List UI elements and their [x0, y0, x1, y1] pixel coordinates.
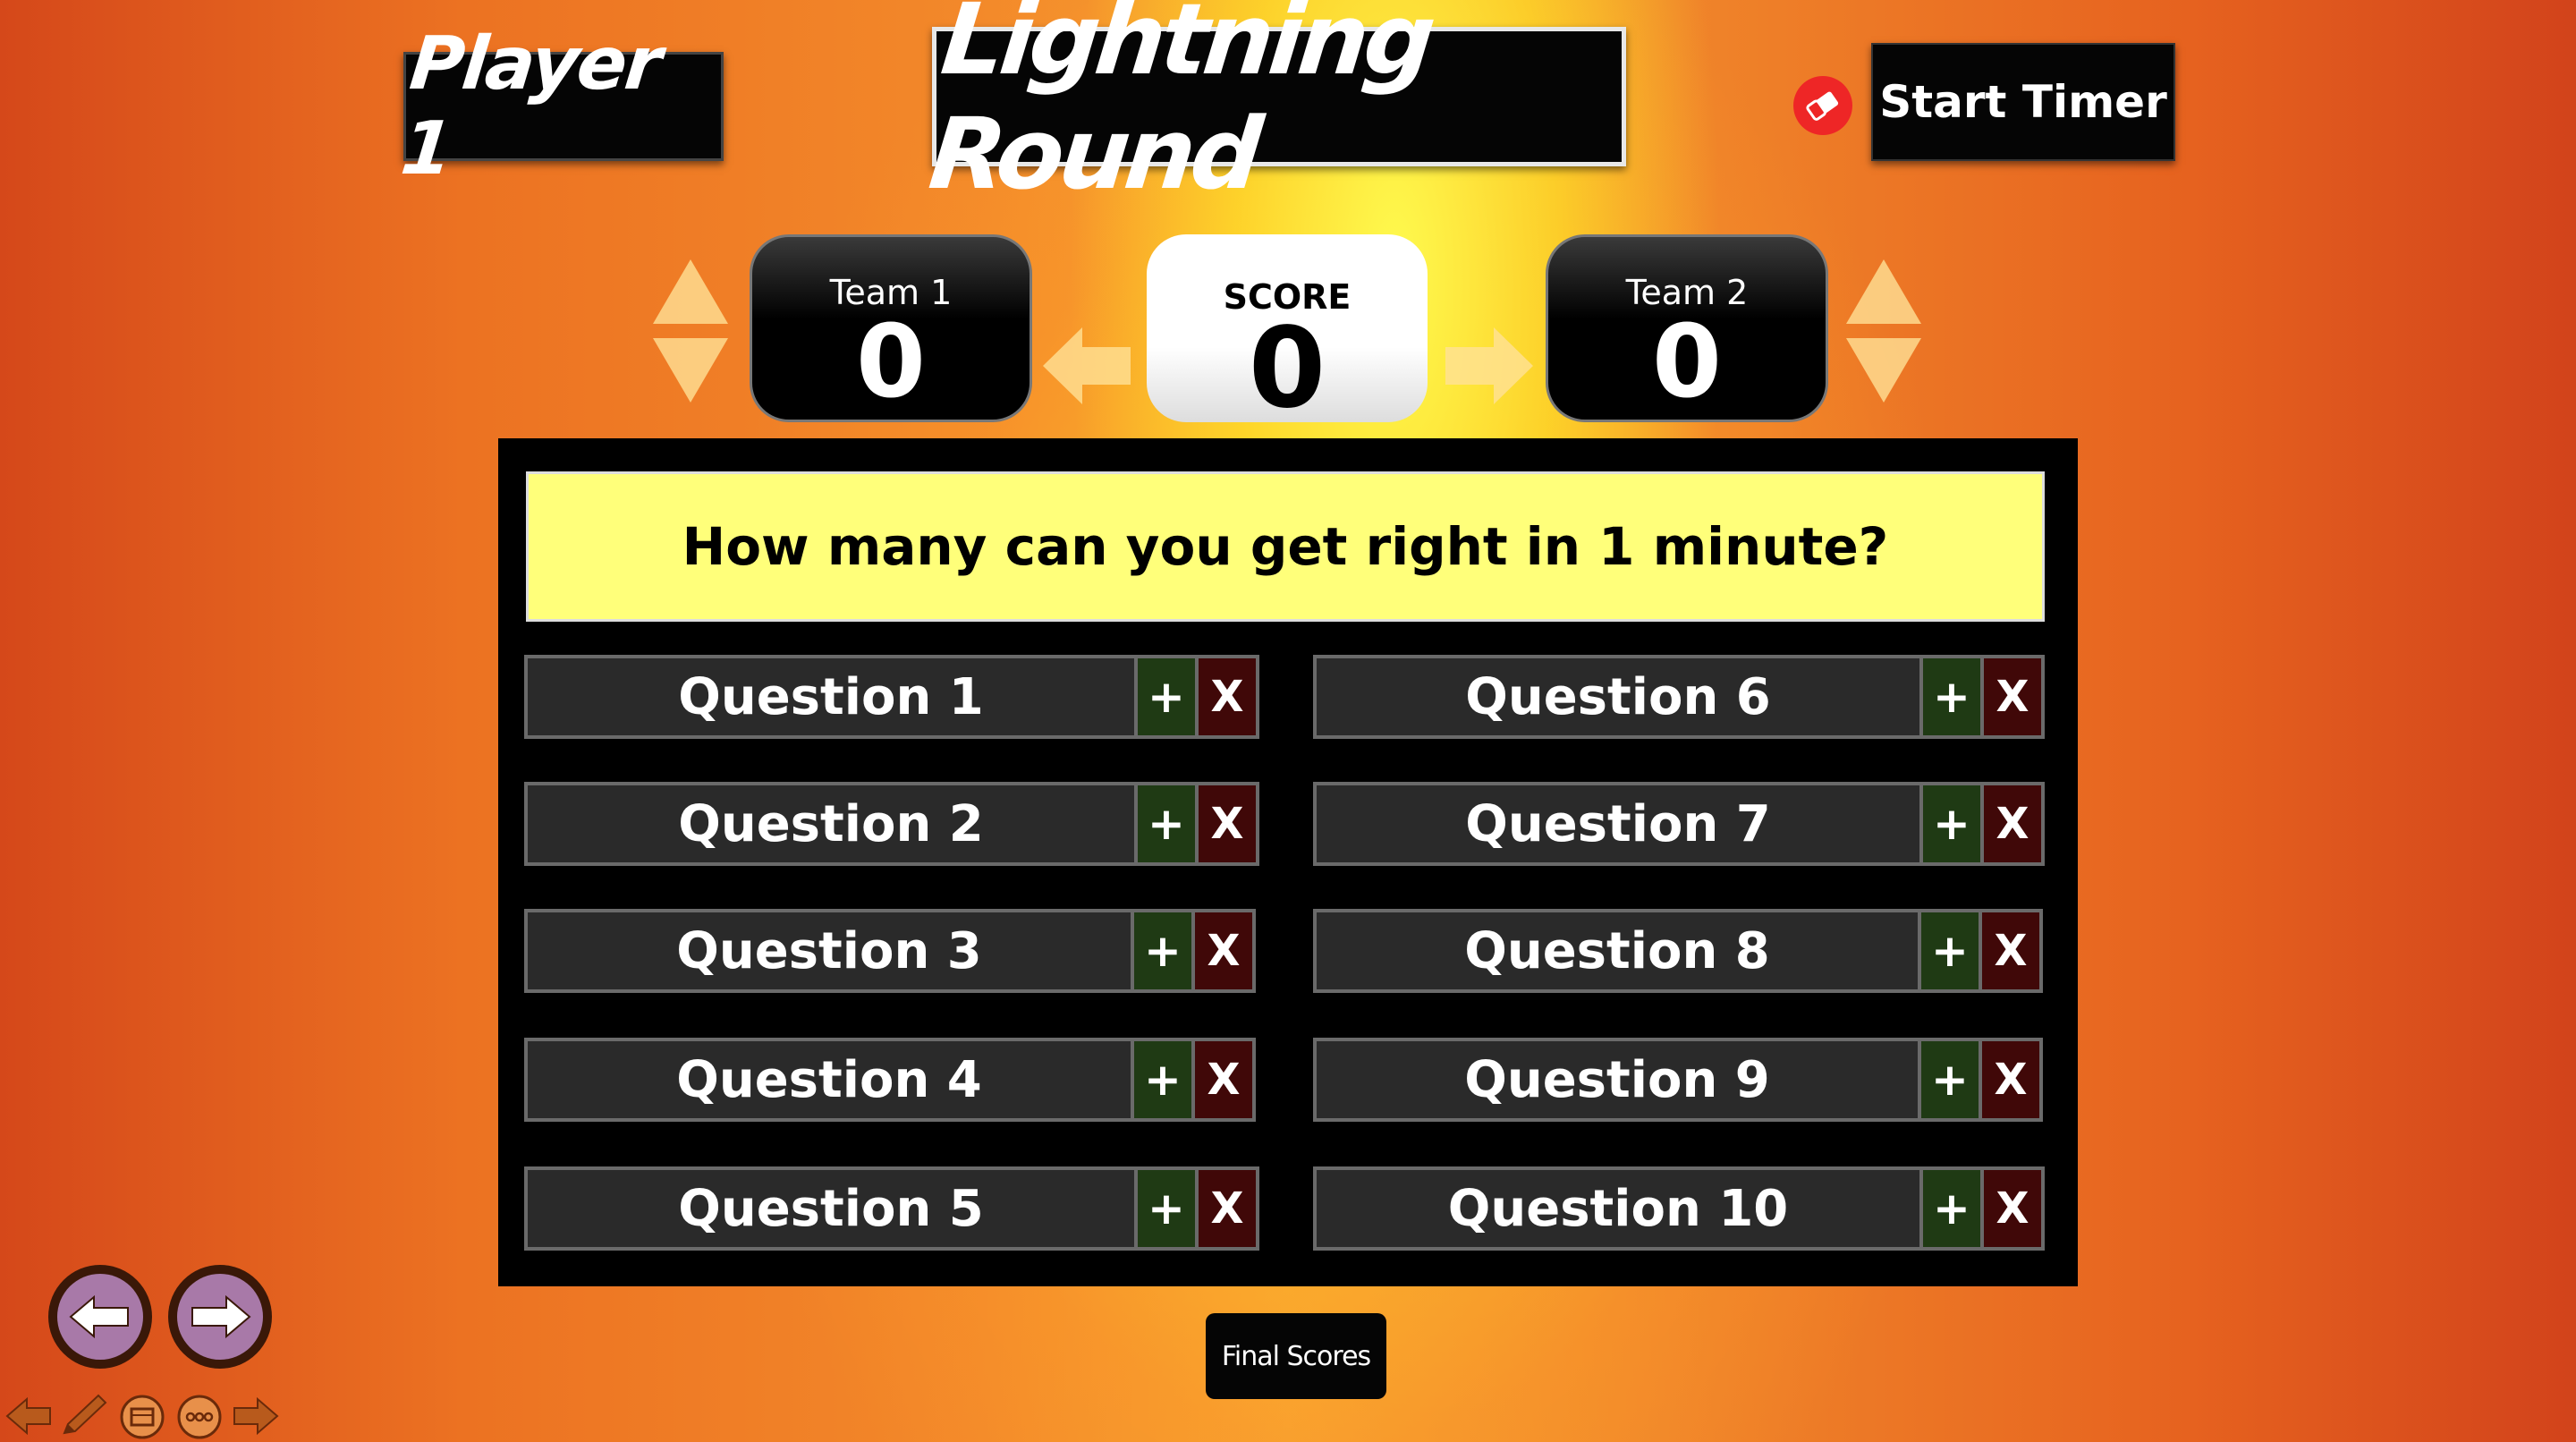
- question-button[interactable]: Question 2: [528, 785, 1134, 862]
- question-button[interactable]: Question 3: [528, 912, 1131, 989]
- question-button[interactable]: Question 6: [1317, 658, 1919, 735]
- question-row: Question 4 + X: [524, 1038, 1256, 1122]
- prompt-banner: How many can you get right in 1 minute?: [526, 471, 2045, 622]
- team2-score-box: Team 2 0: [1546, 234, 1828, 422]
- more-icon[interactable]: [175, 1394, 224, 1440]
- back-arrow-icon[interactable]: [4, 1395, 54, 1437]
- correct-button[interactable]: +: [1923, 658, 1980, 735]
- wrong-button[interactable]: X: [1984, 1170, 2041, 1247]
- round-score: 0: [1248, 304, 1326, 433]
- correct-button[interactable]: +: [1138, 1170, 1195, 1247]
- correct-button[interactable]: +: [1138, 658, 1195, 735]
- wrong-button[interactable]: X: [1984, 785, 2041, 862]
- correct-button[interactable]: +: [1921, 1041, 1979, 1118]
- forward-arrow-icon[interactable]: [231, 1395, 281, 1437]
- correct-button[interactable]: +: [1923, 785, 1980, 862]
- question-button[interactable]: Question 8: [1317, 912, 1918, 989]
- final-scores-label: Final Scores: [1221, 1340, 1371, 1372]
- question-button[interactable]: Question 5: [528, 1170, 1134, 1247]
- round-score-box: SCORE 0: [1147, 234, 1428, 433]
- question-row: Question 6 + X: [1313, 655, 2045, 739]
- team2-score: 0: [1652, 304, 1722, 420]
- question-row: Question 10 + X: [1313, 1166, 2045, 1251]
- slides-icon[interactable]: [118, 1394, 166, 1440]
- question-row: Question 3 + X: [524, 909, 1256, 993]
- award-right-arrow-icon[interactable]: [1445, 327, 1533, 404]
- question-row: Question 7 + X: [1313, 782, 2045, 866]
- correct-button[interactable]: +: [1134, 1041, 1191, 1118]
- prompt-text: How many can you get right in 1 minute?: [682, 516, 1889, 577]
- correct-button[interactable]: +: [1138, 785, 1195, 862]
- team1-decrease-icon[interactable]: [653, 338, 728, 403]
- award-left-arrow-icon[interactable]: [1043, 327, 1131, 404]
- team2-decrease-icon[interactable]: [1846, 338, 1921, 403]
- arrow-right-icon: [191, 1294, 251, 1339]
- question-button[interactable]: Question 4: [528, 1041, 1131, 1118]
- wrong-button[interactable]: X: [1199, 658, 1256, 735]
- final-scores-button[interactable]: Final Scores: [1206, 1313, 1386, 1399]
- question-row: Question 8 + X: [1313, 909, 2043, 993]
- wrong-button[interactable]: X: [1984, 658, 2041, 735]
- player-label: Player 1: [397, 21, 665, 191]
- correct-button[interactable]: +: [1134, 912, 1191, 989]
- team2-increase-icon[interactable]: [1846, 259, 1921, 324]
- wrong-button[interactable]: X: [1982, 1041, 2039, 1118]
- question-button[interactable]: Question 1: [528, 658, 1134, 735]
- question-row: Question 1 + X: [524, 655, 1259, 739]
- wrong-button[interactable]: X: [1982, 912, 2039, 989]
- wrong-button[interactable]: X: [1195, 912, 1252, 989]
- next-slide-button[interactable]: [168, 1265, 272, 1369]
- wrong-button[interactable]: X: [1195, 1041, 1252, 1118]
- team1-score-box: Team 1 0: [750, 234, 1032, 422]
- eraser-icon[interactable]: [1793, 76, 1852, 135]
- page-title-box: Lightning Round: [925, 0, 1626, 211]
- previous-slide-button[interactable]: [48, 1265, 152, 1369]
- question-row: Question 5 + X: [524, 1166, 1259, 1251]
- question-button[interactable]: Question 7: [1317, 785, 1919, 862]
- pen-icon[interactable]: [57, 1392, 111, 1440]
- wrong-button[interactable]: X: [1199, 785, 1256, 862]
- team1-increase-icon[interactable]: [653, 259, 728, 324]
- player-label-box: Player 1: [397, 21, 724, 191]
- team1-score: 0: [856, 304, 926, 420]
- question-button[interactable]: Question 10: [1317, 1170, 1919, 1247]
- correct-button[interactable]: +: [1923, 1170, 1980, 1247]
- question-button[interactable]: Question 9: [1317, 1041, 1918, 1118]
- start-timer-button[interactable]: Start Timer: [1871, 43, 2175, 161]
- start-timer-label: Start Timer: [1879, 76, 2167, 128]
- question-row: Question 2 + X: [524, 782, 1259, 866]
- wrong-button[interactable]: X: [1199, 1170, 1256, 1247]
- page-title: Lightning Round: [924, 0, 1436, 211]
- question-row: Question 9 + X: [1313, 1038, 2043, 1122]
- correct-button[interactable]: +: [1921, 912, 1979, 989]
- arrow-left-icon: [69, 1294, 129, 1339]
